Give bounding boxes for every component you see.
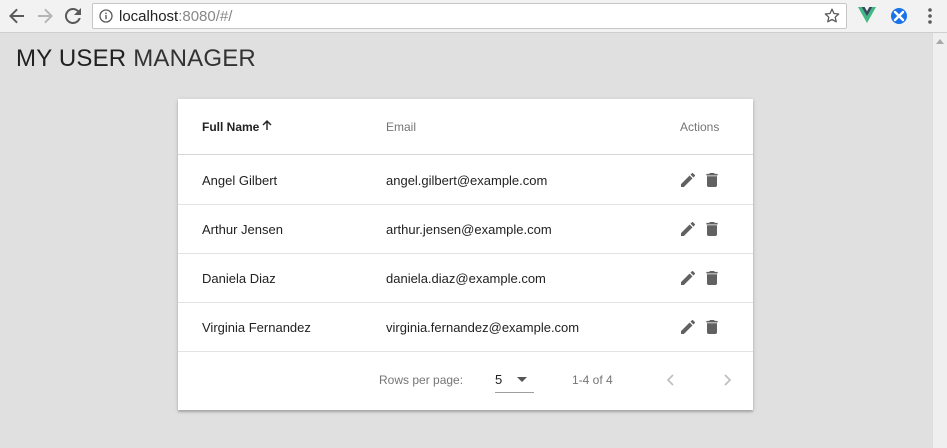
forward-arrow-icon[interactable] bbox=[33, 4, 57, 28]
delete-trash-icon[interactable] bbox=[703, 171, 721, 189]
edit-pencil-icon[interactable] bbox=[679, 269, 697, 287]
cell-email: virginia.fernandez@example.com bbox=[386, 320, 580, 335]
edit-pencil-icon[interactable] bbox=[679, 318, 697, 336]
next-page-icon[interactable] bbox=[720, 371, 736, 389]
rows-per-page-select[interactable]: 5 bbox=[495, 369, 534, 393]
page-title: MY USER MANAGER bbox=[16, 45, 256, 73]
page-range-text: 1-4 of 4 bbox=[572, 373, 613, 387]
arrow-up-icon bbox=[261, 119, 273, 134]
star-icon[interactable] bbox=[824, 8, 840, 29]
page-title-bold: MY USER bbox=[16, 45, 127, 72]
reload-icon[interactable] bbox=[61, 4, 85, 28]
delete-trash-icon[interactable] bbox=[703, 318, 721, 336]
table-row: Angel Gilbert angel.gilbert@example.com bbox=[178, 156, 753, 205]
vue-devtools-icon[interactable] bbox=[858, 7, 876, 28]
edit-pencil-icon[interactable] bbox=[679, 171, 697, 189]
back-arrow-icon[interactable] bbox=[5, 4, 29, 28]
url-text[interactable]: localhost:8080/#/ bbox=[119, 8, 232, 25]
header-actions: Actions bbox=[680, 120, 720, 134]
rows-per-page-value: 5 bbox=[495, 372, 503, 387]
cell-email: arthur.jensen@example.com bbox=[386, 222, 552, 237]
header-email[interactable]: Email bbox=[386, 120, 416, 134]
cell-full-name: Daniela Diaz bbox=[202, 271, 276, 286]
table-row: Daniela Diaz daniela.diaz@example.com bbox=[178, 254, 753, 303]
table-pagination: Rows per page: 5 1-4 of 4 bbox=[178, 351, 753, 410]
cell-full-name: Arthur Jensen bbox=[202, 222, 283, 237]
cell-email: daniela.diaz@example.com bbox=[386, 271, 546, 286]
chevron-down-icon bbox=[517, 377, 527, 382]
table-row: Virginia Fernandez virginia.fernandez@ex… bbox=[178, 303, 753, 352]
table-header: Full Name Email Actions bbox=[178, 99, 753, 155]
edit-pencil-icon[interactable] bbox=[679, 220, 697, 238]
header-full-name-label: Full Name bbox=[202, 120, 260, 134]
browser-toolbar: localhost:8080/#/ bbox=[0, 0, 947, 33]
cell-full-name: Angel Gilbert bbox=[202, 173, 278, 188]
header-full-name[interactable]: Full Name bbox=[202, 119, 273, 134]
users-table-card: Full Name Email Actions Angel Gilbert an… bbox=[178, 99, 753, 410]
delete-trash-icon[interactable] bbox=[703, 269, 721, 287]
cell-email: angel.gilbert@example.com bbox=[386, 173, 548, 188]
address-bar[interactable]: localhost:8080/#/ bbox=[92, 3, 847, 29]
prev-page-icon[interactable] bbox=[662, 371, 678, 389]
info-icon[interactable] bbox=[99, 9, 113, 28]
extension-icon[interactable] bbox=[890, 7, 908, 30]
table-row: Arthur Jensen arthur.jensen@example.com bbox=[178, 205, 753, 254]
rows-per-page-label: Rows per page: bbox=[379, 373, 464, 387]
cell-full-name: Virginia Fernandez bbox=[202, 320, 311, 335]
page-title-light: MANAGER bbox=[133, 45, 256, 72]
menu-dots-icon[interactable] bbox=[922, 6, 938, 26]
delete-trash-icon[interactable] bbox=[703, 220, 721, 238]
scroll-up-icon[interactable] bbox=[936, 39, 944, 44]
page-scrollbar[interactable] bbox=[932, 33, 947, 448]
